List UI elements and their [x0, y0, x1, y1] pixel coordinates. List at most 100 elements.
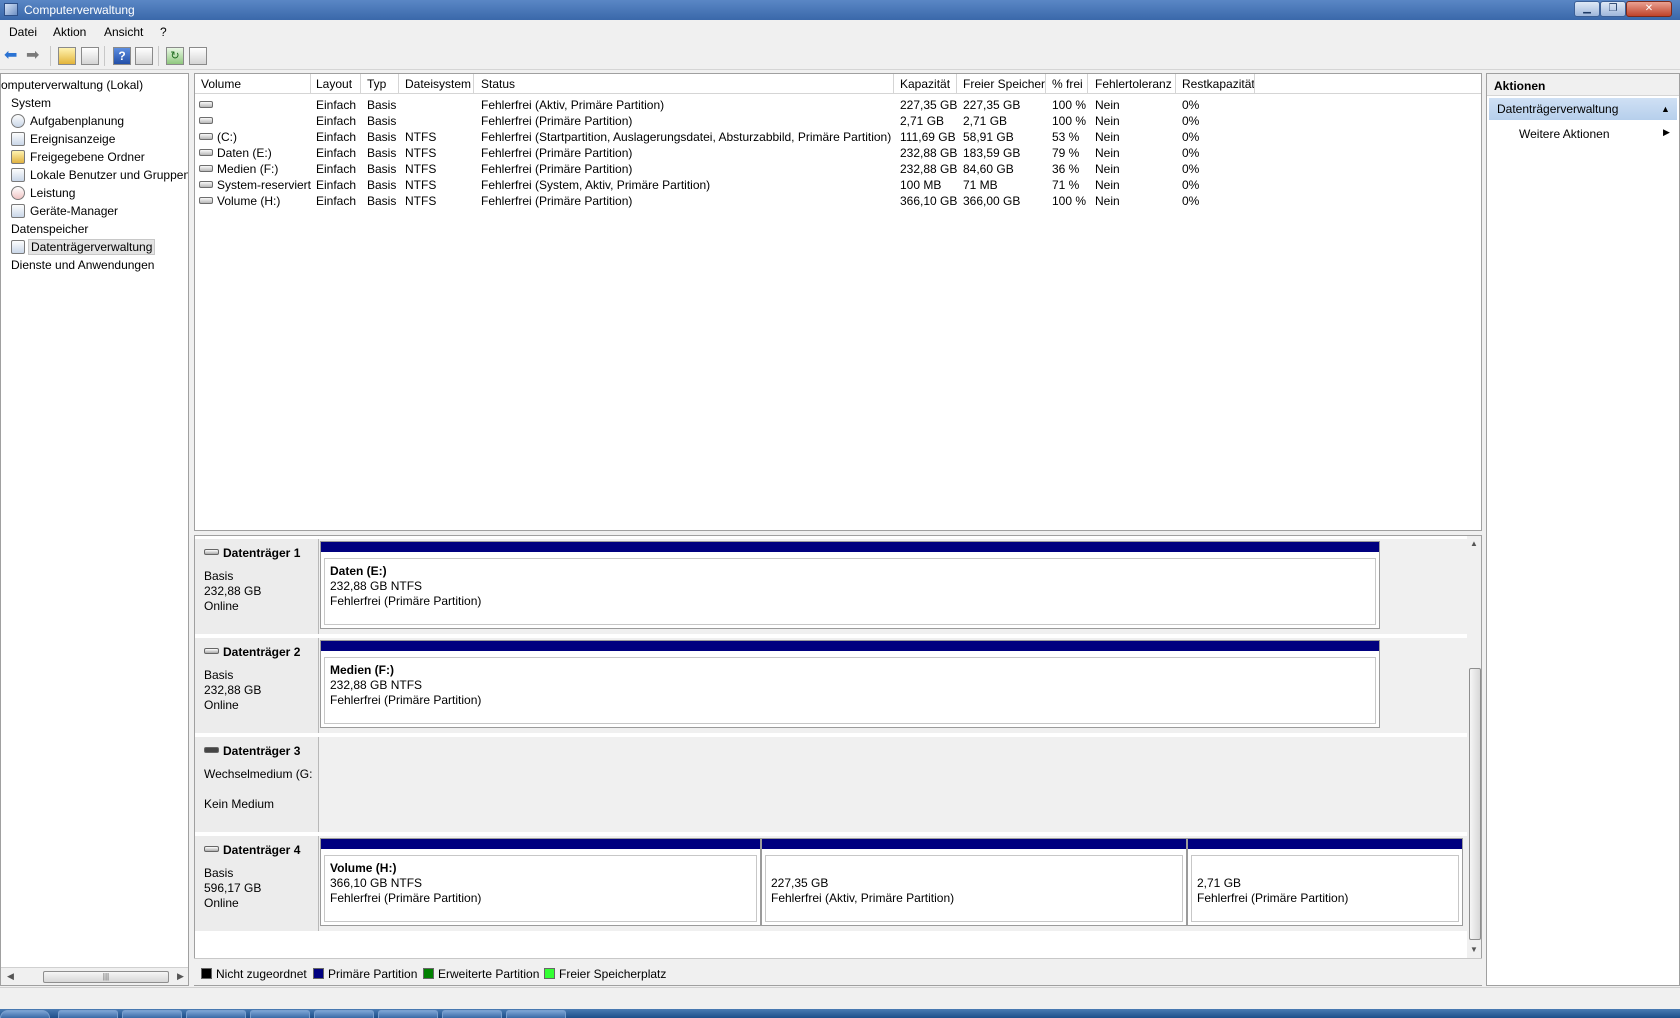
scroll-left-arrow-icon[interactable]: ◀: [7, 971, 14, 982]
scroll-up-arrow-icon[interactable]: ▲: [1470, 539, 1478, 548]
tree-item-leistung[interactable]: Leistung: [30, 186, 75, 200]
scroll-down-arrow-icon[interactable]: ▼: [1470, 945, 1478, 954]
tree-item-system[interactable]: System: [11, 96, 51, 110]
disk-label[interactable]: Datenträger 4 Basis 596,17 GB Online: [195, 836, 319, 931]
disk-type: Wechselmedium (G:: [204, 767, 313, 781]
disk-row[interactable]: Datenträger 3 Wechselmedium (G: Kein Med…: [195, 737, 1467, 832]
cell-fehlertoleranz: Nein: [1095, 146, 1120, 160]
menu-aktion[interactable]: Aktion: [53, 25, 86, 39]
cell-freier-speicher: 183,59 GB: [963, 146, 1021, 160]
properties-icon[interactable]: [189, 47, 207, 65]
tree-item-datentraegerverwaltung[interactable]: Datenträgerverwaltung: [28, 239, 156, 255]
refresh-icon[interactable]: ↻: [166, 47, 184, 65]
column-volume[interactable]: Volume: [201, 77, 241, 91]
column-freier-speicher[interactable]: Freier Speicher: [963, 77, 1045, 91]
column-divider[interactable]: [893, 74, 894, 93]
taskbar-button[interactable]: [58, 1010, 118, 1018]
show-hide-tree-icon[interactable]: [81, 47, 99, 65]
scrollbar-thumb[interactable]: |||: [43, 971, 169, 983]
partition-inner: Volume (H:) 366,10 GB NTFS Fehlerfrei (P…: [324, 855, 757, 922]
volume-row[interactable]: System-reserviert Einfach Basis NTFS Fehlerf…: [195, 176, 1481, 193]
tree-item-ereignisanzeige[interactable]: Ereignisanzeige: [30, 132, 115, 146]
column-typ[interactable]: Typ: [367, 77, 386, 91]
menu-datei[interactable]: Datei: [9, 25, 37, 39]
volume-row[interactable]: Volume (H:) Einfach Basis NTFS Fehlerfrei (P…: [195, 192, 1481, 209]
column-divider[interactable]: [1254, 74, 1255, 93]
taskbar-button[interactable]: [442, 1010, 502, 1018]
disk-row[interactable]: Datenträger 2 Basis 232,88 GB Online Med…: [195, 638, 1467, 733]
close-button[interactable]: ✕: [1626, 1, 1672, 17]
column-layout[interactable]: Layout: [316, 77, 352, 91]
disk-graphical-view: Datenträger 1 Basis 232,88 GB Online Dat…: [194, 535, 1482, 986]
disk-label[interactable]: Datenträger 2 Basis 232,88 GB Online: [195, 638, 319, 733]
minimize-button[interactable]: ▁: [1574, 1, 1600, 17]
tree-item-aufgabenplanung[interactable]: Aufgabenplanung: [30, 114, 124, 128]
tree-item-geraete-manager[interactable]: Geräte-Manager: [30, 204, 118, 218]
column-divider[interactable]: [956, 74, 957, 93]
volume-row[interactable]: (C:) Einfach Basis NTFS Fehlerfrei (Startpar…: [195, 128, 1481, 145]
partition-block[interactable]: Volume (H:) 366,10 GB NTFS Fehlerfrei (P…: [320, 838, 761, 926]
menu-help[interactable]: ?: [160, 25, 167, 39]
disk-type: Basis: [204, 668, 234, 682]
column-divider[interactable]: [1175, 74, 1176, 93]
disk-label[interactable]: Datenträger 1 Basis 232,88 GB Online: [195, 539, 319, 634]
cell-dateisystem: NTFS: [405, 178, 437, 192]
back-arrow-icon[interactable]: ⬅: [4, 47, 22, 65]
submenu-arrow-icon[interactable]: ▶: [1663, 127, 1670, 138]
column-divider[interactable]: [360, 74, 361, 93]
weitere-aktionen-link[interactable]: Weitere Aktionen: [1519, 127, 1610, 141]
up-folder-icon[interactable]: [58, 47, 76, 65]
graph-vertical-scrollbar[interactable]: ▲ ▼: [1467, 536, 1481, 959]
tree-item-lokale-benutzer[interactable]: Lokale Benutzer und Gruppen: [30, 168, 188, 182]
taskbar-button[interactable]: [122, 1010, 182, 1018]
taskbar-button[interactable]: [506, 1010, 566, 1018]
column-divider[interactable]: [1087, 74, 1088, 93]
collapse-triangle-icon[interactable]: ▲: [1661, 104, 1670, 114]
partition-block[interactable]: Medien (F:) 232,88 GB NTFS Fehlerfrei (P…: [320, 640, 1380, 728]
volume-row[interactable]: Einfach Basis Fehlerfrei (Aktiv, Primäre P…: [195, 96, 1481, 113]
column-restkapazitaet[interactable]: Restkapazität: [1182, 77, 1255, 91]
column-kapazitaet[interactable]: Kapazität: [900, 77, 950, 91]
help-icon[interactable]: ?: [113, 47, 131, 65]
taskbar-button[interactable]: [378, 1010, 438, 1018]
tree-item-datenspeicher[interactable]: Datenspeicher: [11, 222, 88, 236]
column-prozent-frei[interactable]: % frei: [1052, 77, 1083, 91]
menu-ansicht[interactable]: Ansicht: [104, 25, 143, 39]
tree-item-freigegebene-ordner[interactable]: Freigegebene Ordner: [30, 150, 145, 164]
tree-horizontal-scrollbar[interactable]: ◀ ||| ▶: [1, 967, 188, 985]
disk-type: Basis: [204, 866, 234, 880]
cell-freier-speicher: 2,71 GB: [963, 114, 1008, 128]
start-button[interactable]: [0, 1010, 50, 1018]
volume-row[interactable]: Daten (E:) Einfach Basis NTFS Fehlerfrei (Pr…: [195, 144, 1481, 161]
show-hide-actions-icon[interactable]: [135, 47, 153, 65]
event-viewer-icon: [11, 132, 25, 146]
taskbar-button[interactable]: [186, 1010, 246, 1018]
taskbar-button[interactable]: [250, 1010, 310, 1018]
disk-row[interactable]: Datenträger 1 Basis 232,88 GB Online Dat…: [195, 539, 1467, 634]
column-divider[interactable]: [473, 74, 474, 93]
tree-item-dienste[interactable]: Dienste und Anwendungen: [11, 258, 154, 272]
column-fehlertoleranz[interactable]: Fehlertoleranz: [1095, 77, 1172, 91]
maximize-button[interactable]: ❐: [1600, 1, 1626, 17]
column-status[interactable]: Status: [481, 77, 515, 91]
partition-block[interactable]: 227,35 GB Fehlerfrei (Aktiv, Primäre Par…: [761, 838, 1187, 926]
volume-row[interactable]: Medien (F:) Einfach Basis NTFS Fehlerfrei (P…: [195, 160, 1481, 177]
volume-row[interactable]: Einfach Basis Fehlerfrei (Primäre Partitio…: [195, 112, 1481, 129]
actions-section-datentraegerverwaltung[interactable]: Datenträgerverwaltung ▲: [1489, 98, 1677, 120]
column-divider[interactable]: [310, 74, 311, 93]
forward-arrow-icon[interactable]: ➡: [26, 47, 44, 65]
partition-block[interactable]: 2,71 GB Fehlerfrei (Primäre Partition): [1187, 838, 1463, 926]
taskbar-button[interactable]: [314, 1010, 374, 1018]
column-divider[interactable]: [398, 74, 399, 93]
column-divider[interactable]: [1045, 74, 1046, 93]
tree-root[interactable]: omputerverwaltung (Lokal): [1, 78, 143, 92]
cell-freier-speicher: 58,91 GB: [963, 130, 1014, 144]
disk-label[interactable]: Datenträger 3 Wechselmedium (G: Kein Med…: [195, 737, 319, 832]
scrollbar-thumb[interactable]: [1469, 668, 1481, 940]
disk-row[interactable]: Datenträger 4 Basis 596,17 GB Online Vol…: [195, 836, 1467, 931]
legend-label: Erweiterte Partition: [438, 967, 540, 981]
partition-block[interactable]: Daten (E:) 232,88 GB NTFS Fehlerfrei (Pr…: [320, 541, 1380, 629]
scroll-right-arrow-icon[interactable]: ▶: [177, 971, 184, 982]
partition-status: Fehlerfrei (Primäre Partition): [1197, 891, 1349, 905]
column-dateisystem[interactable]: Dateisystem: [405, 77, 471, 91]
